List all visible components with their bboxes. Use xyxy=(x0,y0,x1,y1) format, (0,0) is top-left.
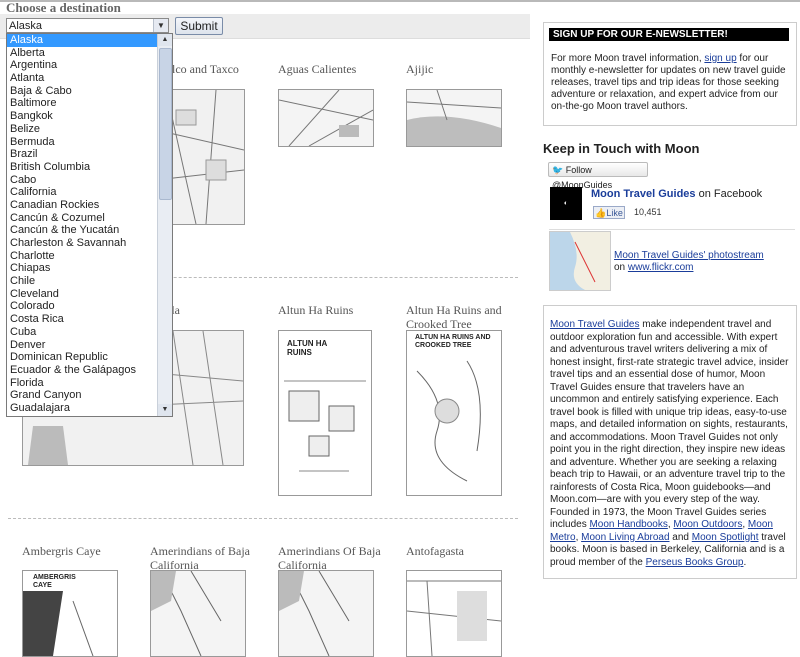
map-title-aguas-calientes[interactable]: Aguas Calientes xyxy=(278,62,356,76)
map-title-altun-ha-crooked-tree[interactable]: Altun Ha Ruins and Crooked Tree xyxy=(406,303,516,331)
dropdown-option[interactable]: Dominican Republic xyxy=(7,351,157,364)
dropdown-option[interactable]: Cuba xyxy=(7,326,157,339)
dropdown-option[interactable]: Belize xyxy=(7,123,157,136)
about-link-perseus[interactable]: Perseus Books Group xyxy=(646,557,744,568)
dropdown-scrollbar[interactable]: ▲ ▼ xyxy=(157,34,172,416)
flickr-photostream-thumbnail[interactable] xyxy=(549,231,611,291)
map-title-ajijic[interactable]: Ajijic xyxy=(406,62,433,76)
dropdown-option[interactable]: Costa Rica xyxy=(7,313,157,326)
map-title-ambergris-caye[interactable]: Ambergris Caye xyxy=(22,544,101,558)
newsletter-signup-link[interactable]: SIGN UP FOR OUR E-NEWSLETTER! xyxy=(549,28,789,41)
about-link-moon-spotlight[interactable]: Moon Spotlight xyxy=(692,532,759,543)
about-text: Moon Travel Guides make independent trav… xyxy=(550,319,790,569)
twitter-follow-button[interactable]: 🐦 Follow @MoonGuides xyxy=(548,162,648,190)
about-link-moon-travel-guides[interactable]: Moon Travel Guides xyxy=(550,319,640,330)
thumbs-up-icon: 👍 xyxy=(595,208,607,218)
dropdown-option[interactable]: California xyxy=(7,186,157,199)
scroll-down-icon[interactable]: ▼ xyxy=(158,404,172,416)
flickr-text: Moon Travel Guides' photostream on www.f… xyxy=(614,250,794,274)
dropdown-option[interactable]: Guadalajara xyxy=(7,402,157,415)
dropdown-option[interactable]: Bangkok xyxy=(7,110,157,123)
map-thumbnail-ajijic[interactable] xyxy=(406,89,502,147)
map-thumbnail-amerindians-baja-2[interactable] xyxy=(278,570,374,657)
map-thumbnail-aguas-calientes[interactable] xyxy=(278,89,374,147)
destination-select[interactable]: Alaska ▼ xyxy=(6,18,169,33)
about-text-2: and xyxy=(669,531,692,543)
dropdown-option[interactable]: Baltimore xyxy=(7,97,157,110)
map-thumbnail-altun-ha-crooked-tree[interactable]: ALTUN HA RUINS AND CROOKED TREE xyxy=(406,330,502,496)
row-divider xyxy=(8,518,518,519)
dropdown-option[interactable]: Chile xyxy=(7,275,157,288)
about-link-moon-living-abroad[interactable]: Moon Living Abroad xyxy=(581,532,669,543)
flickr-photostream-link[interactable]: Moon Travel Guides' photostream xyxy=(614,250,764,261)
dropdown-option[interactable]: Baja & Cabo xyxy=(7,85,157,98)
dropdown-option[interactable]: Colorado xyxy=(7,300,157,313)
newsletter-text: For more Moon travel information, sign u… xyxy=(551,53,791,113)
destination-dropdown-list[interactable]: Alaska Alberta Argentina Atlanta Baja & Cabo… xyxy=(6,33,173,417)
destination-select-value: Alaska xyxy=(9,20,43,32)
dropdown-option[interactable]: Cabo xyxy=(7,174,157,187)
flickr-on-label: on xyxy=(614,262,628,273)
dropdown-option[interactable]: Alberta xyxy=(7,47,157,60)
facebook-suffix: on Facebook xyxy=(695,188,763,200)
map-thumbnail-antofagasta[interactable] xyxy=(406,570,502,657)
map-title-amerindians-baja-2[interactable]: Amerindians Of Baja California xyxy=(278,544,393,572)
dropdown-option[interactable]: Cancún & Cozumel xyxy=(7,212,157,225)
about-link-moon-outdoors[interactable]: Moon Outdoors xyxy=(673,519,742,530)
dropdown-option[interactable]: Cleveland xyxy=(7,288,157,301)
dropdown-option[interactable]: Chiapas xyxy=(7,262,157,275)
dropdown-option[interactable]: Florida xyxy=(7,377,157,390)
dropdown-option[interactable]: Atlanta xyxy=(7,72,157,85)
map-label-ambergris: AMBERGRIS CAYE xyxy=(33,574,76,589)
map-thumbnail-altun-ha[interactable]: ALTUN HA RUINS xyxy=(278,330,372,496)
map-title-antofagasta[interactable]: Antofagasta xyxy=(406,544,464,558)
dropdown-option[interactable]: British Columbia xyxy=(7,161,157,174)
dropdown-option[interactable]: Charlotte xyxy=(7,250,157,263)
moon-facebook-logo[interactable]: ◐ xyxy=(550,187,582,220)
facebook-page-link[interactable]: Moon Travel Guides xyxy=(591,188,696,200)
about-link-moon-handbooks[interactable]: Moon Handbooks xyxy=(589,519,667,530)
dropdown-option[interactable]: Charleston & Savannah xyxy=(7,237,157,250)
map-thumbnail-ambergris-caye[interactable]: AMBERGRIS CAYE xyxy=(22,570,118,657)
twitter-bird-icon: 🐦 xyxy=(552,165,564,175)
dropdown-option[interactable]: Bermuda xyxy=(7,136,157,149)
map-title-amerindians-baja-1[interactable]: Amerindians of Baja California xyxy=(150,544,265,572)
map-thumbnail-amerindians-baja-1[interactable] xyxy=(150,570,246,657)
like-label: Like xyxy=(606,208,623,218)
chevron-down-icon[interactable]: ▼ xyxy=(153,19,168,32)
map-label-altun: ALTUN HA RUINS xyxy=(287,339,327,357)
facebook-like-button[interactable]: 👍Like xyxy=(593,206,625,219)
dropdown-option[interactable]: Alaska xyxy=(7,34,157,47)
submit-button[interactable]: Submit xyxy=(175,17,223,35)
map-label-altun-crooked: ALTUN HA RUINS AND CROOKED TREE xyxy=(415,334,491,349)
about-text-4: . xyxy=(743,556,747,568)
dropdown-option[interactable]: Ecuador & the Galápagos xyxy=(7,364,157,377)
dropdown-option[interactable]: Cancún & the Yucatán xyxy=(7,224,157,237)
scroll-up-icon[interactable]: ▲ xyxy=(158,34,172,46)
like-count: 10,451 xyxy=(634,207,662,217)
dropdown-option[interactable]: Canadian Rockies xyxy=(7,199,157,212)
signup-link[interactable]: sign up xyxy=(704,53,736,64)
facebook-name: Moon Travel Guides on Facebook xyxy=(591,188,762,200)
newsletter-text-1: For more Moon travel information, xyxy=(551,53,705,64)
social-heading: Keep in Touch with Moon xyxy=(543,141,700,156)
map-title-altun-ha[interactable]: Altun Ha Ruins xyxy=(278,303,353,317)
dropdown-option[interactable]: Denver xyxy=(7,339,157,352)
dropdown-option[interactable]: Grand Canyon xyxy=(7,389,157,402)
about-text-1: make independent travel and outdoor expl… xyxy=(550,319,789,530)
dropdown-option[interactable]: Argentina xyxy=(7,59,157,72)
flickr-site-link[interactable]: www.flickr.com xyxy=(628,262,694,273)
dropdown-option[interactable]: Brazil xyxy=(7,148,157,161)
social-divider xyxy=(549,229,795,230)
scrollbar-thumb[interactable] xyxy=(159,48,172,200)
